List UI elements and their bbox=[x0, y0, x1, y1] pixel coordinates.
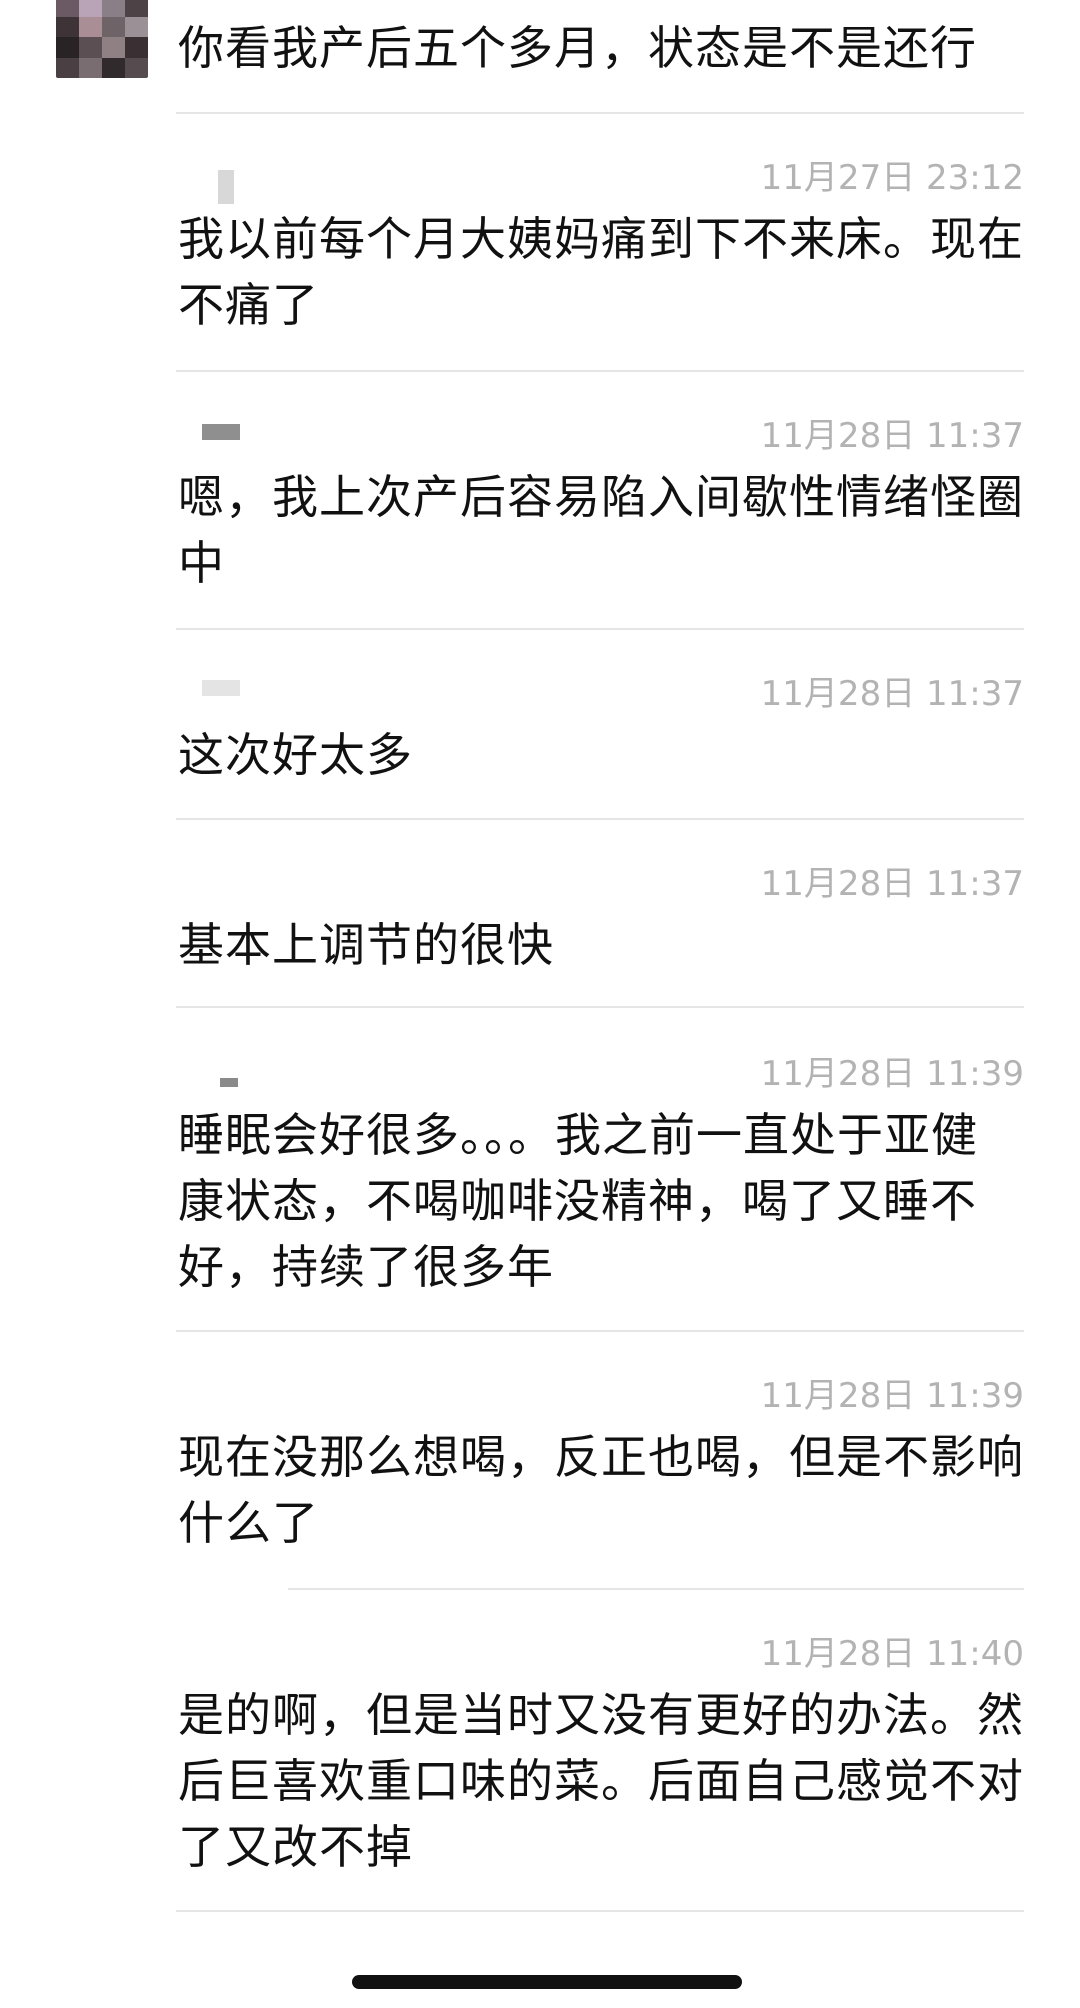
avatar-pixel bbox=[125, 57, 148, 78]
message-text: 是的啊，但是当时又没有更好的办法。然后巨喜欢重口味的菜。后面自己感觉不对了又改不… bbox=[178, 1688, 1024, 1874]
home-indicator[interactable] bbox=[352, 1975, 742, 1989]
avatar-pixel bbox=[56, 37, 79, 58]
message-text: 我以前每个月大姨妈痛到下不来床。现在不痛了 bbox=[178, 212, 1024, 332]
avatar-pixel bbox=[56, 0, 79, 17]
sender-name-blurred bbox=[220, 1078, 238, 1087]
message-divider bbox=[288, 1588, 1024, 1590]
sender-name-blurred bbox=[218, 170, 234, 204]
message-timestamp: 11月28日 11:39 bbox=[760, 1376, 1024, 1416]
avatar-pixel bbox=[79, 57, 102, 78]
avatar-pixel bbox=[102, 37, 125, 58]
message-divider bbox=[176, 370, 1024, 372]
avatar-pixel bbox=[79, 16, 102, 37]
message-divider bbox=[176, 818, 1024, 820]
message-text: 基本上调节的很快 bbox=[178, 918, 554, 972]
sender-name-blurred bbox=[202, 424, 240, 440]
avatar-pixel bbox=[56, 16, 79, 37]
message-divider bbox=[176, 1910, 1024, 1912]
message-timestamp: 11月28日 11:40 bbox=[760, 1634, 1024, 1674]
avatar-pixel bbox=[79, 37, 102, 58]
message-text: 这次好太多 bbox=[178, 728, 413, 782]
avatar-pixel bbox=[102, 57, 125, 78]
avatar-pixel bbox=[125, 16, 148, 37]
message-divider bbox=[176, 1006, 1024, 1008]
blurred-avatar-icon[interactable] bbox=[56, 0, 148, 78]
avatar-pixel bbox=[102, 0, 125, 17]
message-text: 睡眠会好很多。。。我之前一直处于亚健康状态，不喝咖啡没精神，喝了又睡不好，持续了… bbox=[178, 1108, 978, 1294]
avatar-pixel bbox=[56, 57, 79, 78]
sender-name-blurred bbox=[202, 680, 240, 696]
avatar-pixel bbox=[79, 0, 102, 17]
message-text: 现在没那么想喝，反正也喝，但是不影响什么了 bbox=[178, 1430, 1024, 1550]
message-timestamp: 11月27日 23:12 bbox=[760, 158, 1024, 198]
message-text: 你看我产后五个多月，状态是不是还行 bbox=[178, 21, 977, 75]
avatar-pixel bbox=[125, 37, 148, 58]
message-timestamp: 11月28日 11:37 bbox=[760, 416, 1024, 456]
message-timestamp: 11月28日 11:39 bbox=[760, 1054, 1024, 1094]
message-divider bbox=[176, 112, 1024, 114]
avatar-pixel bbox=[125, 0, 148, 17]
message-divider bbox=[176, 628, 1024, 630]
avatar-pixel bbox=[102, 16, 125, 37]
message-divider bbox=[176, 1330, 1024, 1332]
message-timestamp: 11月28日 11:37 bbox=[760, 864, 1024, 904]
message-timestamp: 11月28日 11:37 bbox=[760, 674, 1024, 714]
message-text: 嗯，我上次产后容易陷入间歇性情绪怪圈中 bbox=[178, 470, 1024, 590]
